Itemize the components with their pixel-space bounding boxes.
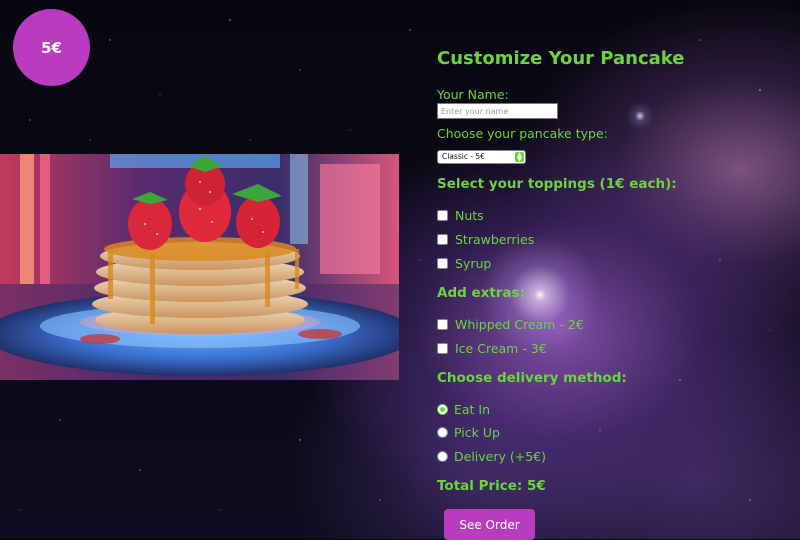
topping-strawberries-label: Strawberries (455, 232, 535, 247)
pancake-type-select[interactable]: Classic - 5€ ▲ ▼ (437, 150, 526, 164)
name-input[interactable] (437, 103, 558, 119)
topping-syrup-label: Syrup (455, 256, 492, 271)
topping-strawberries[interactable]: Strawberries (437, 232, 534, 247)
topping-syrup-checkbox[interactable] (437, 258, 448, 269)
extra-whipped-cream[interactable]: Whipped Cream - 2€ (437, 317, 584, 332)
see-order-button[interactable]: See Order (444, 509, 535, 540)
delivery-pick-up[interactable]: Pick Up (437, 425, 500, 440)
topping-syrup[interactable]: Syrup (437, 256, 491, 271)
extras-label: Add extras: (437, 285, 525, 301)
toppings-label: Select your toppings (1€ each): (437, 176, 677, 192)
pancake-image (0, 154, 399, 380)
extra-whipped-cream-checkbox[interactable] (437, 319, 448, 330)
delivery-eat-in[interactable]: Eat In (437, 402, 490, 417)
extra-ice-cream[interactable]: Ice Cream - 3€ (437, 341, 547, 356)
delivery-delivery[interactable]: Delivery (+5€) (437, 449, 546, 464)
topping-nuts-checkbox[interactable] (437, 210, 448, 221)
form-title: Customize Your Pancake (437, 48, 685, 69)
topping-nuts[interactable]: Nuts (437, 208, 484, 223)
topping-nuts-label: Nuts (455, 208, 484, 223)
pancake-type-label: Choose your pancake type: (437, 126, 608, 141)
topping-strawberries-checkbox[interactable] (437, 234, 448, 245)
delivery-eat-in-label: Eat In (454, 402, 491, 417)
delivery-delivery-radio[interactable] (437, 451, 448, 462)
name-label: Your Name: (437, 87, 509, 102)
price-badge-value: 5€ (41, 38, 62, 57)
total-price: Total Price: 5€ (437, 478, 546, 494)
delivery-eat-in-radio[interactable] (437, 404, 448, 415)
delivery-delivery-label: Delivery (+5€) (454, 449, 546, 464)
extra-ice-cream-label: Ice Cream - 3€ (455, 341, 547, 356)
extra-ice-cream-checkbox[interactable] (437, 343, 448, 354)
pancake-type-selected-value: Classic - 5€ (442, 152, 485, 161)
delivery-pick-up-label: Pick Up (454, 425, 500, 440)
delivery-pick-up-radio[interactable] (437, 427, 448, 438)
price-badge: 5€ (13, 9, 90, 86)
extra-whipped-cream-label: Whipped Cream - 2€ (455, 317, 584, 332)
delivery-label: Choose delivery method: (437, 370, 627, 386)
select-arrows-icon: ▲ ▼ (515, 152, 524, 163)
